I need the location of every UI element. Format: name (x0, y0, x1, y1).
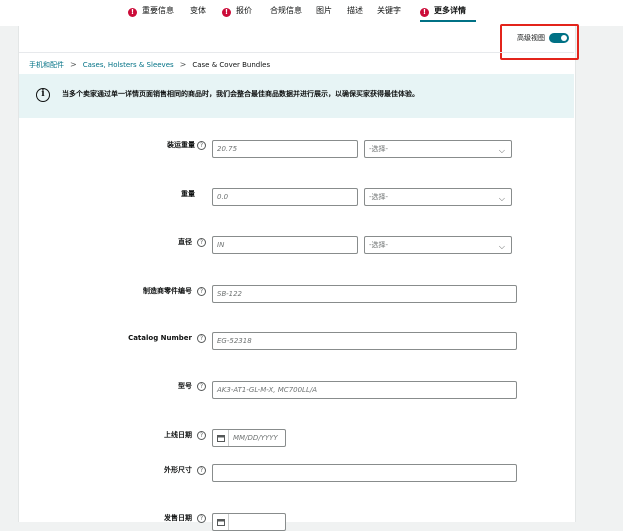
help-icon[interactable]: ? (197, 334, 206, 343)
chevron-down-icon: ⌵ (498, 146, 505, 155)
catalog-number-input[interactable]: EG-52318 (212, 332, 517, 350)
tab-description[interactable]: 描述 (347, 4, 363, 18)
diameter-input[interactable]: IN (212, 236, 358, 254)
shipping-weight-unit-select[interactable]: -选择- ⌵ (364, 140, 512, 158)
weight-unit-select[interactable]: -选择- ⌵ (364, 188, 512, 206)
tab-offer[interactable]: ! 报价 (222, 4, 252, 18)
mfr-part-number-input[interactable]: SB-122 (212, 285, 517, 303)
tab-label: 关键字 (377, 6, 401, 15)
diameter-unit-select[interactable]: -选择- ⌵ (364, 236, 512, 254)
select-value: -选择- (369, 145, 389, 153)
breadcrumb-link-category[interactable]: 手机和配件 (29, 61, 64, 69)
tab-label: 描述 (347, 6, 363, 15)
active-tab-indicator (420, 20, 476, 22)
help-icon[interactable]: ? (197, 466, 206, 475)
shipping-weight-input[interactable]: 20.75 (212, 140, 358, 158)
breadcrumb-separator: > (179, 60, 187, 69)
tab-label: 重要信息 (142, 6, 174, 15)
info-icon: i (36, 88, 50, 102)
launch-date-label: 上线日期 (164, 431, 192, 439)
launch-date-picker[interactable]: MM/DD/YYYY (212, 429, 286, 447)
chevron-down-icon: ⌵ (498, 194, 505, 203)
help-icon[interactable]: ? (197, 141, 206, 150)
tab-label: 变体 (190, 6, 206, 15)
info-banner-text: 当多个卖家通过单一详情页面销售相同的商品时，我们会整合最佳商品数据并进行展示，以… (62, 90, 419, 98)
breadcrumb-current: Case & Cover Bundles (192, 61, 271, 69)
calendar-icon[interactable] (213, 430, 229, 446)
breadcrumb: 手机和配件 > Cases, Holsters & Sleeves > Case & C… (29, 60, 270, 70)
tab-keywords[interactable]: 关键字 (377, 4, 401, 18)
diameter-label: 直径 (178, 238, 192, 246)
help-icon[interactable]: ? (197, 382, 206, 391)
error-icon: ! (420, 8, 429, 17)
tab-bar: ! 重要信息 变体 ! 报价 合规信息 图片 描述 关键字 ! 更多详情 (0, 0, 623, 26)
weight-label: 重量 (181, 190, 195, 198)
tab-label: 报价 (236, 6, 252, 15)
error-icon: ! (128, 8, 137, 17)
tab-label: 更多详情 (434, 6, 466, 15)
tab-images[interactable]: 图片 (316, 4, 332, 18)
divider (19, 52, 574, 53)
model-input[interactable]: AK3-AT1-GL-M-X, MC700LL/A (212, 381, 517, 399)
tab-label: 图片 (316, 6, 332, 15)
date-placeholder: MM/DD/YYYY (233, 434, 278, 442)
catalog-number-label: Catalog Number (128, 334, 192, 342)
tab-more-details[interactable]: ! 更多详情 (420, 4, 466, 18)
calendar-icon[interactable] (213, 514, 229, 530)
tab-important-info[interactable]: ! 重要信息 (128, 4, 174, 18)
chevron-down-icon: ⌵ (498, 242, 505, 251)
dimensions-input[interactable] (212, 464, 517, 482)
mfr-part-number-label: 制造商零件编号 (143, 287, 192, 295)
weight-input[interactable]: 0.0 (212, 188, 358, 206)
info-banner: i 当多个卖家通过单一详情页面销售相同的商品时，我们会整合最佳商品数据并进行展示… (19, 74, 574, 118)
help-icon[interactable]: ? (197, 238, 206, 247)
dimensions-label: 外形尺寸 (164, 466, 192, 474)
breadcrumb-separator: > (70, 60, 77, 69)
annotation-highlight-box (500, 24, 579, 60)
release-date-picker[interactable] (212, 513, 286, 531)
help-icon[interactable]: ? (197, 287, 206, 296)
tab-label: 合规信息 (270, 6, 302, 15)
tab-variations[interactable]: 变体 (190, 4, 206, 18)
select-value: -选择- (369, 193, 389, 201)
model-label: 型号 (178, 382, 192, 390)
breadcrumb-link-subcategory[interactable]: Cases, Holsters & Sleeves (83, 61, 174, 69)
tab-compliance[interactable]: 合规信息 (270, 4, 302, 18)
shipping-weight-label: 装运重量 (167, 141, 195, 149)
select-value: -选择- (369, 241, 389, 249)
error-icon: ! (222, 8, 231, 17)
help-icon[interactable]: ? (197, 431, 206, 440)
